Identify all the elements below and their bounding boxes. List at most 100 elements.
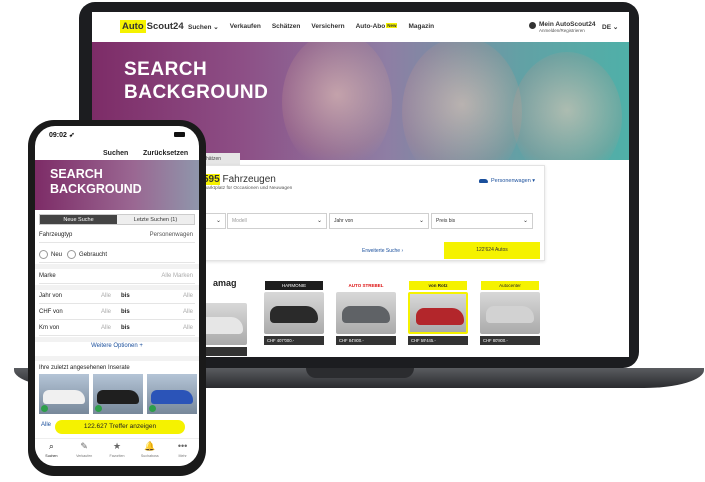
range-to-label: bis bbox=[121, 293, 130, 299]
tab-label: Suchen bbox=[45, 454, 58, 458]
range-to: Alle bbox=[182, 325, 193, 331]
tab-last-searches[interactable]: Letzte Suchen (1) bbox=[117, 215, 194, 224]
radio-used[interactable] bbox=[67, 250, 77, 259]
nav-auto-abo-label: Auto-Abo bbox=[355, 23, 386, 30]
hero-title-line-2: BACKGROUND bbox=[124, 82, 269, 103]
range-from: Alle bbox=[101, 325, 112, 331]
dealer-price: CHF 59'445.- bbox=[408, 336, 468, 345]
section-divider bbox=[35, 356, 199, 361]
recent-listings-title: Ihre zuletzt angesehenen Inserate bbox=[39, 365, 130, 371]
range-row-price[interactable]: CHF von Alle bis Alle bbox=[39, 306, 195, 320]
star-icon: ★ bbox=[112, 441, 122, 451]
phone-screen: 09:02 ➶ Suchen Zurücksetzen SEARCH BACKG… bbox=[35, 126, 199, 466]
range-from: Alle bbox=[101, 309, 112, 315]
range-row-km[interactable]: Km von Alle bis Alle bbox=[39, 322, 195, 336]
nav-magazin[interactable]: Magazin bbox=[408, 23, 434, 31]
chevron-down-icon: ⌄ bbox=[316, 218, 322, 224]
year-from-label: Jahr von bbox=[334, 218, 354, 224]
tab-label: Mehr bbox=[178, 454, 187, 458]
check-icon bbox=[41, 405, 48, 412]
dealer-card[interactable]: HARMONIE CHF 407'000.- bbox=[262, 281, 326, 346]
all-recent-link[interactable]: Alle bbox=[41, 422, 51, 428]
model-select-label: Modell bbox=[232, 218, 247, 224]
tab-verkaufen[interactable]: ✎ Verkaufen bbox=[68, 439, 101, 466]
price-to-select[interactable]: Preis bis ⌄ bbox=[431, 213, 533, 229]
vehicle-type-selector[interactable]: Personenwagen ▾ bbox=[479, 178, 535, 184]
range-from: Alle bbox=[101, 293, 112, 299]
radio-new-label: Neu bbox=[51, 252, 63, 259]
hero-title: SEARCH BACKGROUND bbox=[124, 58, 268, 104]
tab-mehr[interactable]: ••• Mehr bbox=[166, 439, 199, 466]
vehicle-type-row[interactable]: Fahrzeugtyp Personenwagen bbox=[39, 229, 195, 243]
range-to: Alle bbox=[182, 293, 193, 299]
recent-listing-thumbnail[interactable] bbox=[39, 374, 89, 414]
advanced-search-link[interactable]: Erweiterte Suche › bbox=[362, 248, 403, 254]
radio-new[interactable] bbox=[39, 250, 48, 259]
user-icon bbox=[529, 22, 536, 29]
account-menu[interactable]: Mein AutoScout24 Anmelden/Registrieren bbox=[529, 21, 595, 33]
search-card: 595 Fahrzeugen marktplatz für Occasionen… bbox=[202, 165, 545, 261]
stage: Auto Scout24 Suchen ⌄ Verkaufen Schätzen… bbox=[0, 0, 705, 482]
dealer-price: CHF 80'800.- bbox=[480, 336, 540, 345]
hero-photo-face bbox=[402, 42, 522, 160]
recent-listing-thumbnail[interactable] bbox=[93, 374, 143, 414]
phone-hero-title-line-1: SEARCH bbox=[50, 167, 103, 181]
section-divider bbox=[35, 337, 199, 342]
nav-schaetzen[interactable]: Schätzen bbox=[272, 23, 301, 31]
dealer-logo: von Rotz bbox=[409, 281, 467, 290]
show-results-button[interactable]: 122.627 Treffer anzeigen bbox=[55, 420, 185, 434]
dealer-card[interactable]: Autocenter CHF 80'800.- bbox=[478, 281, 542, 346]
pencil-icon: ✎ bbox=[80, 441, 88, 451]
range-to-label: bis bbox=[121, 325, 130, 331]
hero-photo-face bbox=[512, 52, 622, 160]
more-options-link[interactable]: Weitere Optionen + bbox=[35, 343, 199, 349]
tab-favoriten[interactable]: ★ Favoriten bbox=[101, 439, 134, 466]
tab-schaetzen[interactable]: hätzen bbox=[202, 153, 240, 165]
search-icon: ⌕ bbox=[48, 441, 54, 451]
chevron-down-icon: ⌄ bbox=[215, 218, 221, 224]
dealer-car-image bbox=[480, 292, 540, 334]
price-to-label: Preis bis bbox=[436, 218, 456, 224]
section-divider bbox=[35, 264, 199, 269]
tab-suchen[interactable]: ⌕ Suchen bbox=[35, 439, 68, 466]
dealer-card[interactable]: AUTO STREBEL CHF 84'800.- bbox=[334, 281, 398, 346]
search-segmented-control: Neue Suche Letzte Suchen (1) bbox=[39, 214, 195, 225]
dealer-card[interactable]: von Rotz CHF 59'445.- bbox=[406, 281, 470, 346]
reset-button[interactable]: Zurücksetzen bbox=[143, 150, 188, 157]
nav-auto-abo[interactable]: Auto-Abo New bbox=[356, 23, 398, 31]
range-label: CHF von bbox=[39, 309, 63, 315]
dealer-price: CHF 407'000.- bbox=[264, 336, 324, 345]
nav-verkaufen[interactable]: Verkaufen bbox=[230, 23, 261, 31]
new-badge: New bbox=[386, 23, 398, 28]
account-subtitle: Anmelden/Registrieren bbox=[539, 28, 585, 33]
dealer-logo: AUTO STREBEL bbox=[348, 283, 384, 288]
tab-suchabos[interactable]: 🔔 Suchaboss bbox=[133, 439, 166, 466]
nav-versichern[interactable]: Versichern bbox=[311, 23, 344, 31]
nav-suchen[interactable]: Suchen ⌄ bbox=[188, 23, 219, 31]
condition-row: Neu Gebraucht bbox=[39, 247, 195, 263]
vehicle-type-label: Fahrzeugtyp bbox=[39, 232, 73, 238]
range-to: Alle bbox=[182, 309, 193, 315]
tab-label: Suchaboss bbox=[140, 454, 159, 458]
tab-new-search[interactable]: Neue Suche bbox=[40, 215, 117, 224]
brand-value: Alle Marken bbox=[161, 273, 193, 279]
language-selector[interactable]: DE ⌄ bbox=[602, 23, 618, 31]
model-select[interactable]: Modell ⌄ bbox=[227, 213, 327, 229]
check-icon bbox=[95, 405, 102, 412]
year-from-select[interactable]: Jahr von ⌄ bbox=[329, 213, 429, 229]
brand-row[interactable]: Marke Alle Marken bbox=[39, 270, 195, 284]
chevron-down-icon: ⌄ bbox=[522, 218, 528, 224]
vehicle-count: 595 Fahrzeugen bbox=[203, 174, 276, 185]
range-label: Km von bbox=[39, 325, 60, 331]
show-results-button[interactable]: 122'624 Autos bbox=[444, 242, 540, 259]
main-nav: Suchen ⌄ Verkaufen Schätzen Versichern A… bbox=[188, 23, 434, 31]
vehicle-count-subtitle: marktplatz für Occasionen und Neuwagen bbox=[203, 186, 293, 191]
range-row-year[interactable]: Jahr von Alle bis Alle bbox=[39, 290, 195, 304]
vehicle-type-value: Personenwagen bbox=[149, 232, 193, 238]
brand-label: Marke bbox=[39, 273, 56, 279]
recent-listing-thumbnail[interactable] bbox=[147, 374, 197, 414]
autoscout-logo[interactable]: Auto Scout24 bbox=[120, 20, 184, 33]
car-image bbox=[97, 390, 139, 404]
status-time: 09:02 ➶ bbox=[49, 132, 75, 139]
dealer-brand-label: amag bbox=[213, 278, 237, 288]
